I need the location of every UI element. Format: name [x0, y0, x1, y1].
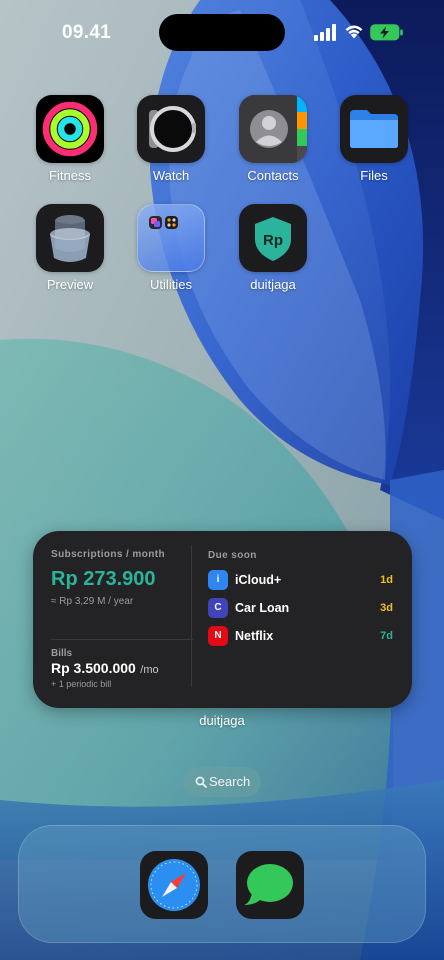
app-label: Fitness — [49, 168, 91, 183]
subscriptions-yearly: ≈ Rp 3,29 M / year — [51, 596, 134, 607]
due-item-name: Netflix — [235, 629, 274, 643]
bills-unit: /mo — [140, 664, 159, 676]
shortcuts-mini-icon — [149, 216, 162, 229]
shield-rp-icon: Rp — [255, 217, 291, 261]
bills-row: Rp 3.500.000 /mo — [51, 660, 159, 678]
app-fitness[interactable]: Fitness — [25, 95, 115, 199]
due-soon-section: Due soon i iCloud+ 1d C Car Loan 3d N Ne… — [208, 550, 398, 646]
folder-group-icon — [137, 204, 205, 272]
subscriptions-section: Subscriptions / month Rp 273.900 ≈ Rp 3,… — [51, 549, 193, 607]
signal-icon — [314, 24, 336, 41]
preview-icon — [50, 215, 90, 262]
messages-bubble-icon — [244, 864, 293, 905]
app-label: Watch — [152, 168, 190, 183]
contacts-icon — [239, 95, 307, 163]
status-bar: 09.41 — [0, 0, 444, 64]
due-item-days: 7d — [380, 630, 393, 642]
battery-charging-icon — [370, 24, 403, 41]
due-item[interactable]: C Car Loan 3d — [208, 598, 395, 618]
app-watch[interactable]: Watch — [126, 95, 216, 199]
due-item-days: 1d — [380, 574, 393, 586]
widget-label: duitjaga — [199, 713, 245, 728]
app-duitjaga[interactable]: Rp duitjaga — [228, 204, 318, 308]
folder-icon — [350, 110, 398, 148]
safari-compass-icon — [148, 859, 200, 911]
app-files[interactable]: Files — [329, 95, 419, 199]
dock-app-safari[interactable] — [140, 851, 208, 919]
divider — [51, 639, 193, 640]
subscriptions-amount: Rp 273.900 — [51, 568, 156, 590]
due-item[interactable]: N Netflix 7d — [208, 626, 395, 646]
dock-app-messages[interactable] — [236, 851, 304, 919]
due-item-days: 3d — [380, 602, 393, 614]
app-label: Preview — [46, 277, 94, 292]
wifi-icon — [345, 25, 363, 39]
app-label: Contacts — [247, 168, 299, 183]
search-button[interactable]: Search — [183, 767, 261, 797]
status-time: 09.41 — [62, 22, 112, 43]
bills-amount: Rp 3.500.000 — [51, 660, 136, 676]
bills-note: + 1 periodic bill — [51, 679, 112, 689]
search-label: Search — [209, 774, 251, 789]
due-item-badge: N — [208, 626, 228, 646]
bills-heading: Bills — [51, 648, 73, 659]
app-label: duitjaga — [250, 277, 296, 292]
fitness-rings-icon — [42, 101, 98, 157]
due-item-name: Car Loan — [235, 601, 290, 615]
duitjaga-widget[interactable]: Subscriptions / month Rp 273.900 ≈ Rp 3,… — [33, 531, 412, 708]
app-utilities-folder[interactable]: Utilities — [126, 204, 216, 308]
rp-logo-text: Rp — [263, 232, 283, 249]
dock — [18, 825, 426, 943]
watch-icon — [149, 106, 196, 152]
vertical-divider — [191, 545, 192, 687]
due-item-name: iCloud+ — [235, 573, 282, 587]
app-label: Utilities — [150, 277, 192, 292]
subscriptions-heading: Subscriptions / month — [51, 549, 165, 560]
calculator-mini-icon — [165, 216, 178, 229]
search-icon — [195, 776, 207, 788]
dynamic-island — [159, 14, 285, 51]
app-preview[interactable]: Preview — [25, 204, 115, 308]
due-item[interactable]: i iCloud+ 1d — [208, 570, 395, 590]
due-item-badge: i — [208, 570, 228, 590]
app-label: Files — [360, 168, 388, 183]
app-contacts[interactable]: Contacts — [228, 95, 318, 199]
due-soon-heading: Due soon — [208, 550, 257, 561]
due-item-badge: C — [208, 598, 228, 618]
